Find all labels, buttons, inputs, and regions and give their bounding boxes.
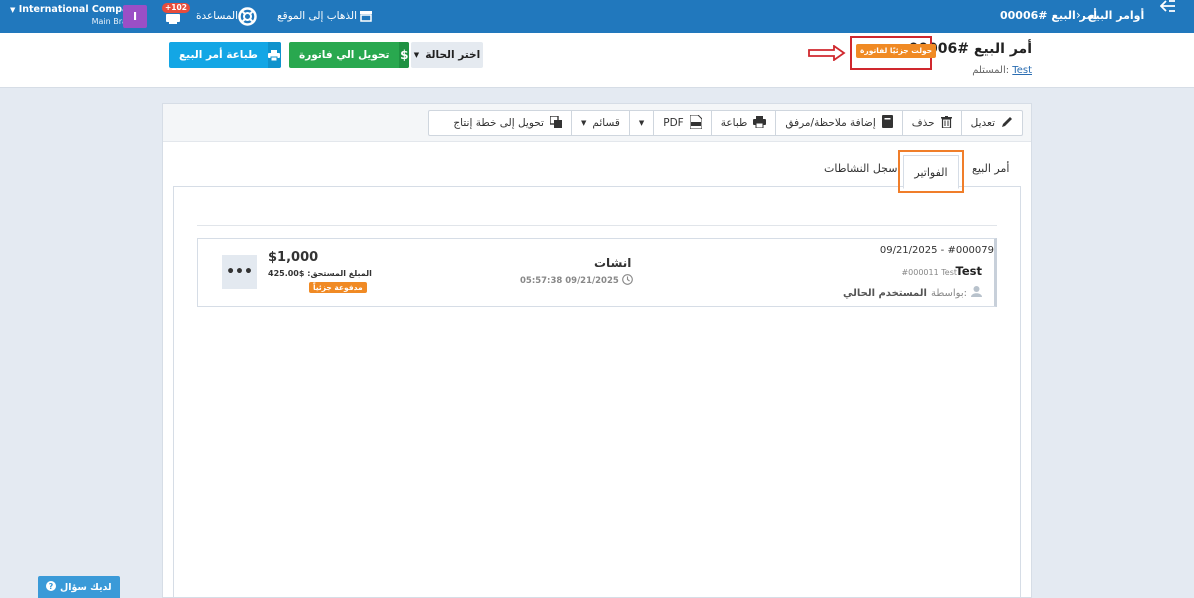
notification-count-badge: +102 (162, 3, 190, 13)
convert-to-invoice-label: تحويل الي فاتورة (299, 49, 390, 61)
created-by-label: بواسطة: (930, 287, 967, 299)
store-icon[interactable] (359, 10, 373, 25)
invoice-client-name[interactable]: Test (956, 264, 982, 278)
company-switcher[interactable]: ▼ International Company Main Branch (10, 4, 141, 28)
question-circle-icon: ? (46, 580, 56, 594)
edit-label: تعديل (970, 117, 995, 129)
amount-due-value: $425.00 (268, 269, 305, 278)
caret-down-icon: ▼ (638, 119, 645, 127)
go-to-site-link[interactable]: الذهاب إلى الموقع (277, 10, 357, 22)
arrow-right-icon (808, 45, 846, 61)
copy-icon (549, 114, 562, 131)
caret-down-icon: ▼ (580, 119, 587, 127)
invoice-datetime: 05:57:38 09/21/2025 (520, 274, 633, 288)
convert-to-invoice-button[interactable]: $ تحويل الي فاتورة (289, 42, 409, 68)
status-badge: حولت جزئيًا لفاتورة (856, 44, 937, 58)
receiver-link[interactable]: Test (1012, 65, 1032, 76)
add-note-label: إضافة ملاحظة/مرفق (785, 117, 876, 129)
more-actions-button[interactable]: ••• (222, 255, 257, 289)
menu-arrow-icon (1159, 0, 1175, 12)
created-by-name: المستخدم الحالي (842, 287, 927, 299)
print-sales-order-label: طباعة أمر البيع (179, 49, 258, 61)
lifebuoy-icon[interactable] (238, 7, 257, 29)
book-icon (881, 115, 893, 131)
tab-invoices[interactable]: الفواتير (903, 155, 959, 189)
print-sales-order-button[interactable]: طباعة أمر البيع (169, 42, 281, 68)
edit-button[interactable]: تعديل (960, 111, 1022, 135)
dollar-icon: $ (399, 42, 409, 68)
pdf-label: PDF (663, 117, 684, 129)
convert-production-button[interactable]: تحويل إلى خطة إنتاج (444, 111, 571, 135)
tabs-divider (173, 186, 1021, 187)
clock-icon (621, 274, 633, 288)
convert-production-label: تحويل إلى خطة إنتاج (453, 117, 544, 129)
status-select-label: اختر الحالة (425, 49, 481, 61)
invoice-title: انشات (594, 256, 632, 270)
amount-due-label: المبلغ المستحق: (307, 269, 372, 278)
pdf-button[interactable]: PDF (653, 111, 710, 135)
pdf-file-icon (689, 114, 703, 132)
toolbar-button-group: تعديل حذف إضافة ملاحظة/مرفق طباعة PDF ▼ … (428, 110, 1023, 136)
invoice-client-ref: #000011 Test (901, 268, 957, 277)
printer-icon (753, 115, 767, 131)
print-button[interactable]: طباعة (710, 111, 776, 135)
invoice-datetime-text: 05:57:38 09/21/2025 (520, 276, 619, 286)
tab-activity-log[interactable]: سجل النشاطات (824, 162, 898, 175)
delete-label: حذف (911, 117, 935, 129)
pdf-dropdown-toggle[interactable]: ▼ (628, 111, 653, 135)
vouchers-dropdown[interactable]: قسائم ▼ (570, 111, 629, 135)
invoice-amount: $1,000 (268, 250, 319, 265)
delete-button[interactable]: حذف (901, 111, 961, 135)
company-branch: Main Branch (91, 17, 142, 26)
printer-icon (267, 42, 281, 68)
trash-icon (940, 115, 952, 131)
invoice-number-date: 09/21/2025 - #000079 (879, 245, 994, 256)
user-icon (971, 286, 982, 300)
status-select-button[interactable]: ▼ اختر الحالة (411, 42, 483, 68)
print-label: طباعة (720, 117, 748, 129)
have-question-button[interactable]: ? لديك سؤال (38, 576, 120, 598)
svg-text:?: ? (49, 582, 54, 591)
chevron-down-icon: ▼ (10, 6, 16, 14)
payment-status-badge: مدفوعة جزئياً (309, 282, 367, 293)
help-link[interactable]: المساعدة (196, 10, 238, 22)
invoice-created-by: بواسطة: المستخدم الحالي (843, 286, 982, 300)
avatar[interactable]: I (123, 5, 147, 28)
tab-sales-order[interactable]: أمر البيع (972, 162, 1009, 175)
pencil-icon (1001, 116, 1013, 131)
receiver-label: المستلم: (972, 65, 1010, 76)
have-question-label: لديك سؤال (60, 581, 112, 593)
invoice-amount-due: المبلغ المستحق: $425.00 (268, 269, 372, 278)
add-note-button[interactable]: إضافة ملاحظة/مرفق (775, 111, 901, 135)
vouchers-label: قسائم (592, 117, 620, 129)
chevron-down-icon: ▼ (413, 51, 420, 59)
breadcrumb-current: أمر البيع #00006 (1000, 9, 1097, 22)
content-divider (197, 225, 997, 226)
receiver-info: المستلم: Test (972, 65, 1032, 76)
menu-toggle-button[interactable] (1159, 0, 1194, 33)
